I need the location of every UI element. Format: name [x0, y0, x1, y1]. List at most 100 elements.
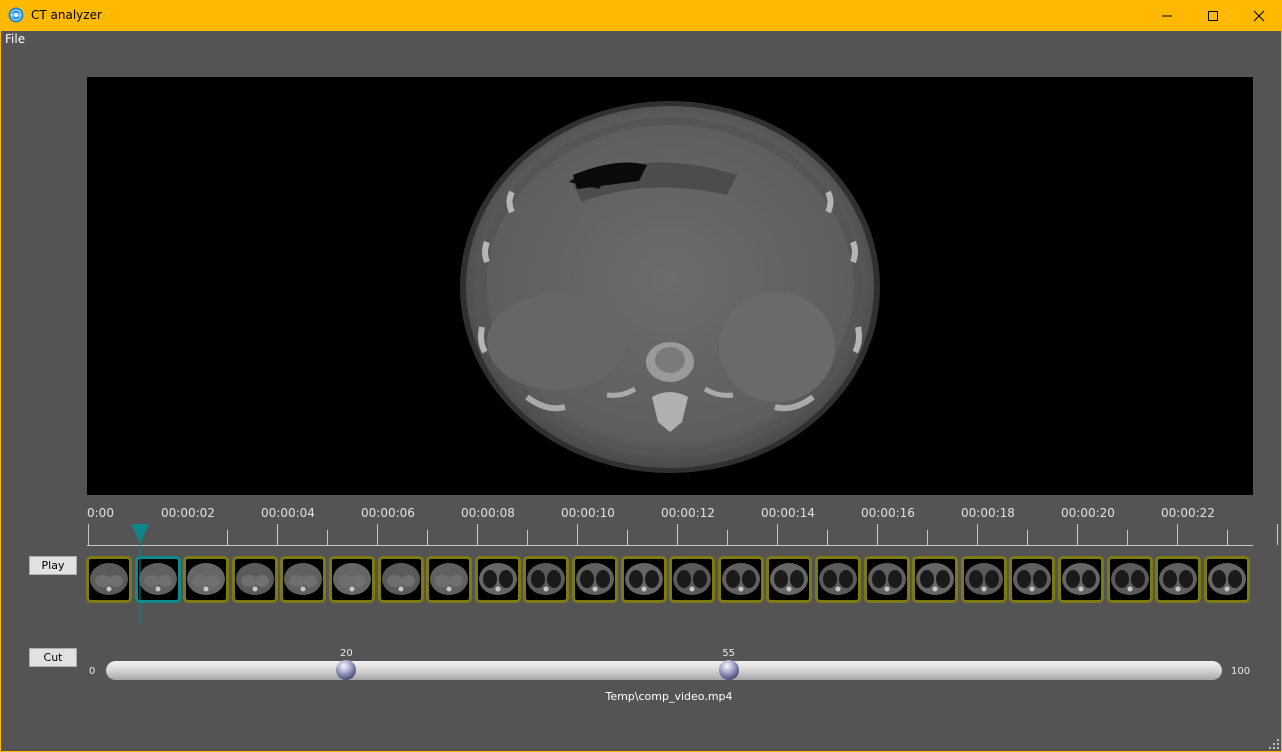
thumbnail[interactable]: [232, 556, 278, 603]
thumbnail-image: [90, 563, 128, 595]
menu-bar: File: [0, 31, 1282, 49]
tick-label: 00:00:22: [1161, 506, 1215, 520]
tick-label: 0:00: [87, 506, 114, 520]
play-button[interactable]: Play: [29, 556, 77, 575]
thumbnail-image: [868, 563, 906, 595]
ruler-tick: [1177, 524, 1178, 545]
ruler-tick: [1227, 530, 1228, 545]
thumbnail-image: [333, 563, 371, 595]
file-name-label: Temp\comp_video.mp4: [605, 690, 733, 703]
thumbnail[interactable]: [183, 556, 229, 603]
maximize-button[interactable]: [1190, 0, 1236, 31]
thumbnail[interactable]: [475, 556, 521, 603]
ruler-tick: [277, 524, 278, 545]
ruler-tick: [477, 524, 478, 545]
thumbnail[interactable]: [1155, 556, 1201, 603]
playhead-marker[interactable]: [131, 524, 149, 624]
ruler-tick: [577, 524, 578, 545]
range-high-handle[interactable]: [718, 660, 739, 680]
thumbnail[interactable]: [1009, 556, 1055, 603]
window-title: CT analyzer: [31, 8, 102, 22]
thumbnail[interactable]: [1204, 556, 1250, 603]
tick-label: 00:00:12: [661, 506, 715, 520]
thumbnail-image: [1062, 563, 1100, 595]
tick-label: 00:00:04: [261, 506, 315, 520]
resize-grip-icon[interactable]: [1268, 738, 1280, 750]
thumbnail[interactable]: [426, 556, 472, 603]
thumbnail-image: [479, 563, 517, 595]
timeline-baseline: [87, 545, 1253, 546]
thumbnail-image: [965, 563, 1003, 595]
tick-label: 00:00:10: [561, 506, 615, 520]
thumbnail-image: [1159, 563, 1197, 595]
tick-label: 00:00:14: [761, 506, 815, 520]
thumbnail[interactable]: [86, 556, 132, 603]
thumbnail-image: [1208, 563, 1246, 595]
thumbnail[interactable]: [815, 556, 861, 603]
tick-label: 00:00:20: [1061, 506, 1115, 520]
thumbnail[interactable]: [912, 556, 958, 603]
thumbnail[interactable]: [961, 556, 1007, 603]
ruler-tick: [627, 530, 628, 545]
video-viewer[interactable]: [87, 77, 1253, 495]
thumbnail-image: [770, 563, 808, 595]
range-high-value: 55: [722, 648, 735, 659]
thumbnail-image: [1111, 563, 1149, 595]
thumbnail[interactable]: [864, 556, 910, 603]
ruler-tick: [427, 530, 428, 545]
title-bar[interactable]: CT analyzer: [0, 0, 1282, 31]
close-icon: [1253, 10, 1265, 22]
ruler-tick: [677, 524, 678, 545]
thumbnail-strip[interactable]: [86, 556, 1254, 606]
ruler-tick: [827, 530, 828, 545]
ruler-tick: [1077, 524, 1078, 545]
tick-label: 00:00:06: [361, 506, 415, 520]
ruler-tick: [88, 524, 89, 545]
ruler-tick: [527, 530, 528, 545]
ct-scan-image: [460, 101, 880, 473]
range-slider-track[interactable]: [106, 661, 1222, 680]
thumbnail[interactable]: [1107, 556, 1153, 603]
thumbnail[interactable]: [523, 556, 569, 603]
thumbnail[interactable]: [718, 556, 764, 603]
ruler-tick: [727, 530, 728, 545]
ruler-tick: [327, 530, 328, 545]
range-max-label: 100: [1231, 666, 1251, 677]
thumbnail-image: [430, 563, 468, 595]
app-globe-icon: [8, 7, 24, 23]
thumbnail-image: [625, 563, 663, 595]
minimize-button[interactable]: [1144, 0, 1190, 31]
tick-label: 00:00:02: [161, 506, 215, 520]
ruler-tick: [227, 530, 228, 545]
ruler-tick: [927, 530, 928, 545]
thumbnail[interactable]: [572, 556, 618, 603]
thumbnail-image: [722, 563, 760, 595]
minimize-icon: [1162, 15, 1172, 17]
timeline-ruler[interactable]: 0:00 00:00:02 00:00:04 00:00:06 00:00:08…: [87, 500, 1278, 548]
thumbnail-image: [236, 563, 274, 595]
thumbnail[interactable]: [669, 556, 715, 603]
thumbnail[interactable]: [766, 556, 812, 603]
range-low-value: 20: [340, 648, 353, 659]
thumbnail[interactable]: [621, 556, 667, 603]
thumbnail-image: [819, 563, 857, 595]
thumbnail[interactable]: [378, 556, 424, 603]
thumbnail[interactable]: [329, 556, 375, 603]
ruler-tick: [1277, 524, 1278, 545]
range-slider[interactable]: 0 20 55 100: [85, 646, 1255, 686]
thumbnail-image: [382, 563, 420, 595]
menu-file[interactable]: File: [5, 32, 25, 46]
thumbnail-image: [673, 563, 711, 595]
ruler-tick: [377, 524, 378, 545]
thumbnail-image: [576, 563, 614, 595]
thumbnail[interactable]: [280, 556, 326, 603]
thumbnail[interactable]: [1058, 556, 1104, 603]
ruler-tick: [1127, 530, 1128, 545]
close-button[interactable]: [1236, 0, 1282, 31]
thumbnail-image: [527, 563, 565, 595]
cut-button[interactable]: Cut: [29, 648, 77, 667]
range-min-label: 0: [89, 666, 96, 677]
tick-label: 00:00:08: [461, 506, 515, 520]
ruler-tick: [1027, 530, 1028, 545]
ruler-tick: [877, 524, 878, 545]
